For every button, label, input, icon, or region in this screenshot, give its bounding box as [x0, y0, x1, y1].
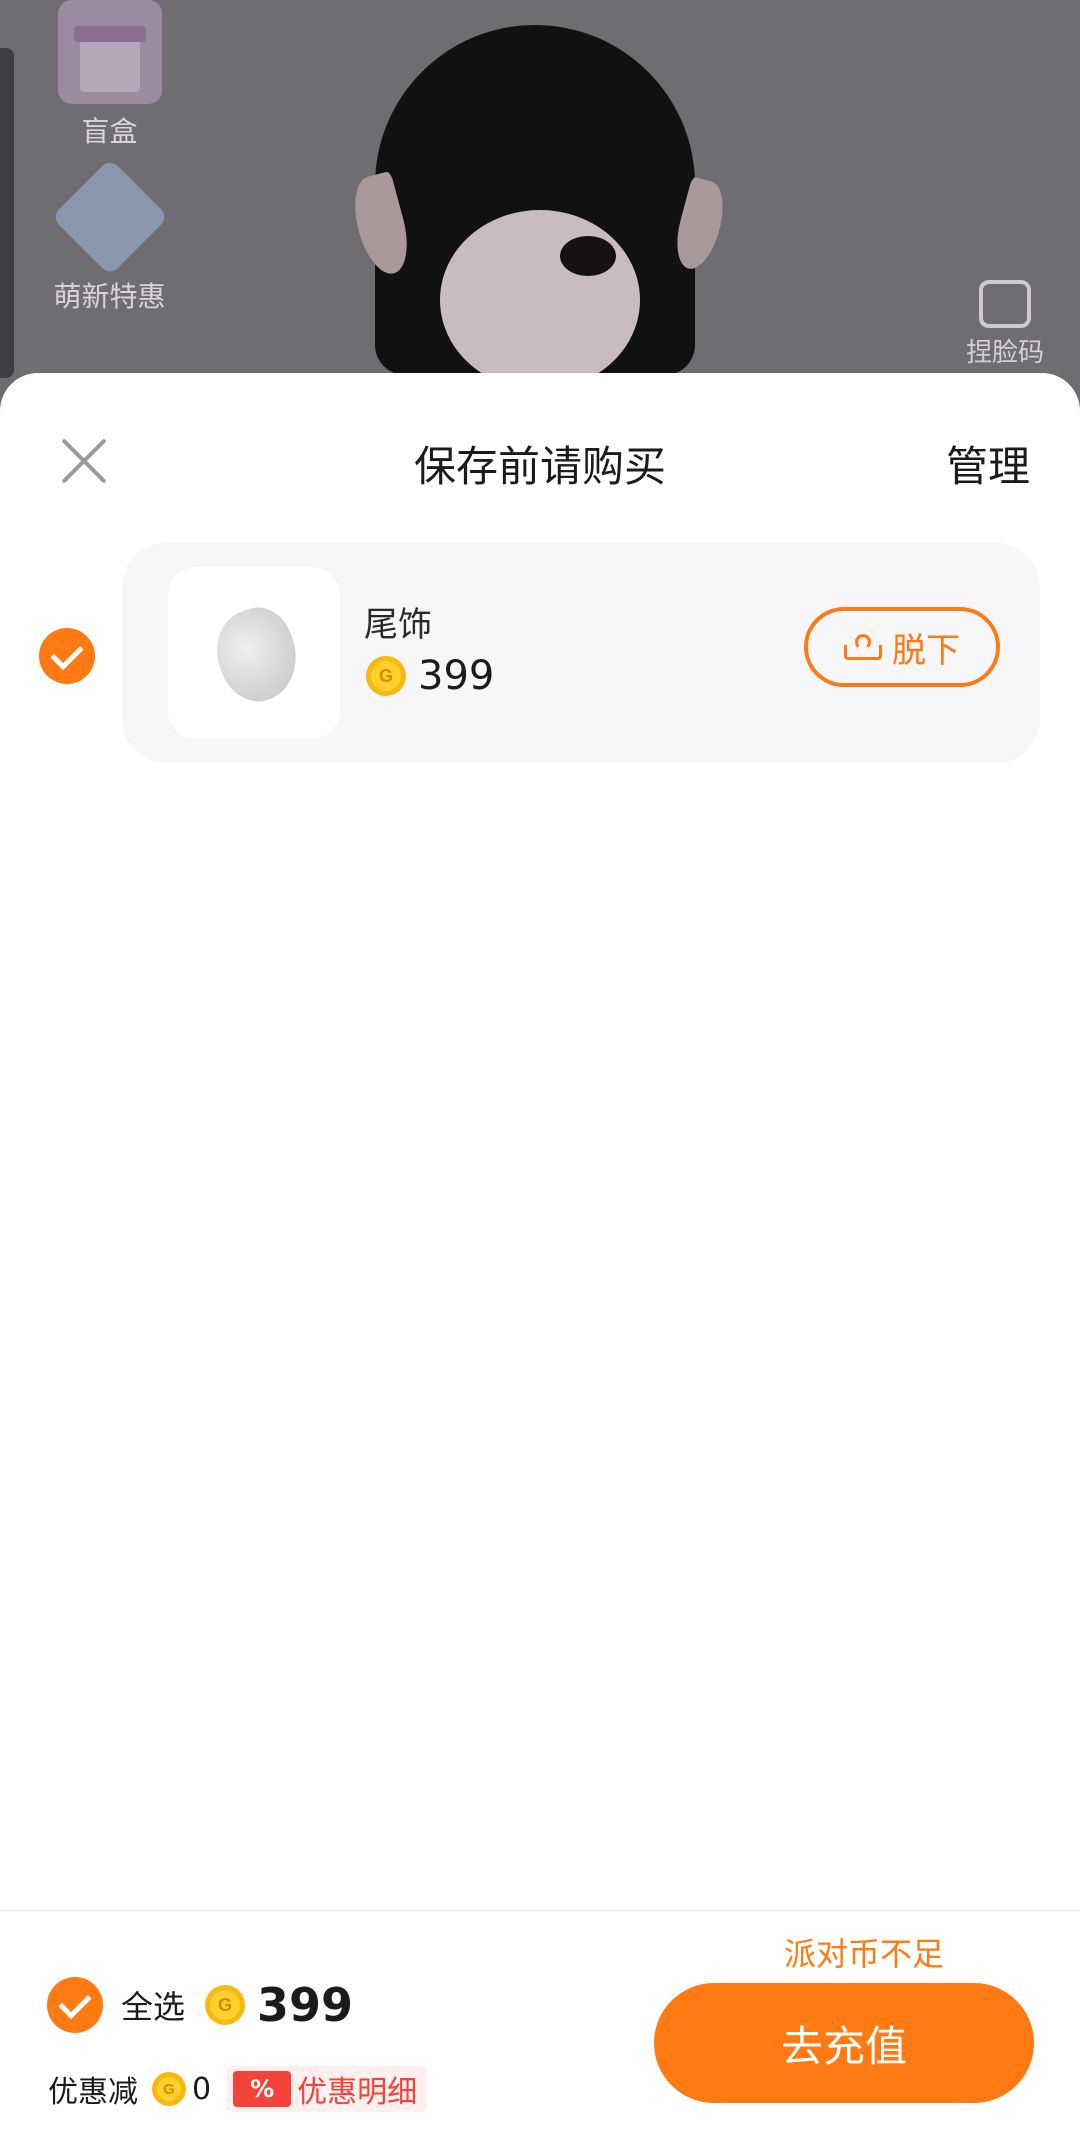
promo-characters-icon: [50, 158, 169, 276]
discount-value: 0: [192, 2071, 212, 2107]
face-code-label: 捏脸码: [965, 338, 1044, 368]
side-panel-edge: [0, 48, 14, 378]
discount-line: 优惠减 G 0 % 优惠明细: [48, 2066, 428, 2112]
blind-box-label: 盲盒: [81, 115, 138, 148]
item-price: 399: [418, 653, 495, 699]
select-all-label: 全选: [121, 1988, 186, 2026]
select-all-toggle[interactable]: 全选 G 399: [47, 1977, 353, 2033]
recharge-button[interactable]: 去充值: [654, 1983, 1034, 2103]
newbie-offer-label: 萌新特惠: [53, 280, 166, 313]
coin-icon: G: [152, 2072, 186, 2106]
check-icon: [39, 628, 95, 684]
coin-icon: G: [366, 656, 406, 696]
gift-box-icon: [57, 0, 162, 104]
check-icon: [47, 1977, 103, 2033]
avatar-face: [440, 210, 640, 380]
cart-item-card: 尾饰 G 399 脱下: [122, 543, 1040, 763]
discount-tag-icon: %: [233, 2071, 292, 2107]
newbie-offer-entry[interactable]: 萌新特惠: [42, 158, 177, 315]
item-thumbnail: [168, 567, 340, 739]
blind-box-entry[interactable]: 盲盒: [42, 0, 177, 150]
take-off-label: 脱下: [892, 630, 960, 671]
avatar-eye: [560, 236, 616, 276]
item-checkbox[interactable]: [39, 628, 95, 684]
face-code-button[interactable]: 捏脸码: [960, 280, 1050, 369]
total-amount: 399: [257, 1978, 354, 2032]
item-name: 尾饰: [364, 605, 432, 645]
take-off-button[interactable]: 脱下: [804, 607, 1000, 687]
discount-label: 优惠减: [48, 2075, 138, 2110]
avatar-preview-scene: 盲盒 萌新特惠 捏脸码: [0, 0, 1080, 380]
sheet-header: 保存前请购买 管理: [0, 373, 1080, 543]
checkout-footer: 派对币不足 全选 G 399 优惠减 G 0 % 优惠明细 去充值: [0, 1910, 1080, 2135]
tail-accessory-icon: [204, 598, 310, 712]
discount-detail-button[interactable]: % 优惠明细: [227, 2066, 428, 2112]
coin-icon: G: [205, 1985, 246, 2025]
manage-button[interactable]: 管理: [946, 433, 1030, 494]
face-code-icon: [979, 280, 1031, 328]
hanger-icon: [844, 634, 882, 660]
discount-detail-label: 优惠明细: [297, 2075, 418, 2110]
sheet-title: 保存前请购买: [413, 442, 666, 491]
insufficient-balance-text: 派对币不足: [783, 1935, 944, 1973]
purchase-sheet: 保存前请购买 管理 尾饰 G 399 脱下: [0, 373, 1080, 2134]
item-price-line: G 399: [366, 653, 494, 699]
